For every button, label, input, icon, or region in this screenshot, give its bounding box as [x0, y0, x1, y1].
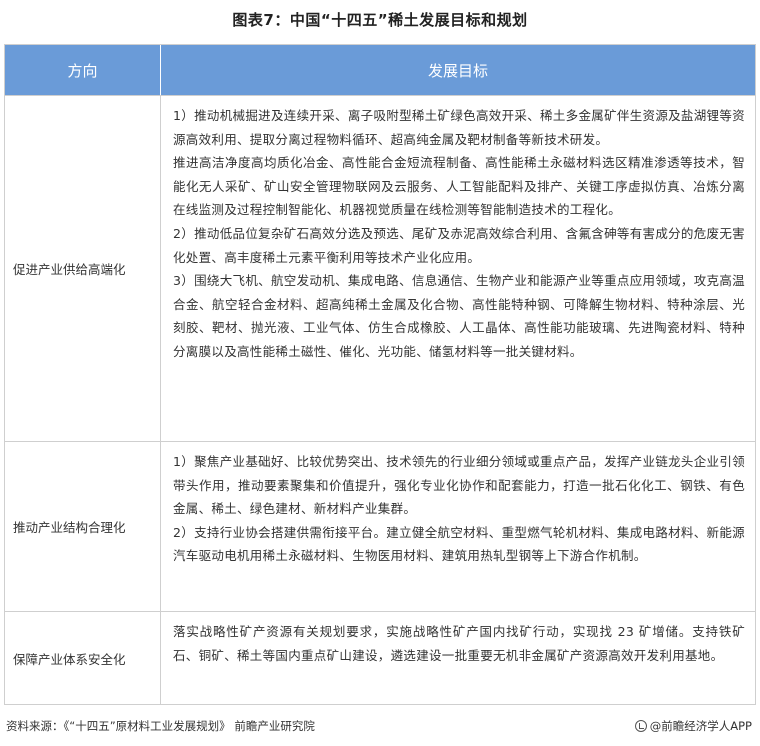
- row-direction: 保障产业体系安全化: [5, 612, 161, 704]
- source-note: 资料来源：《“十四五”原材料工业发展规划》 前瞻产业研究院: [6, 719, 315, 733]
- header-goals: 发展目标: [427, 61, 488, 80]
- table-row: 保障产业体系安全化 落实战略性矿产资源有关规划要求，实施战略性矿产国内找矿行动，…: [5, 611, 755, 704]
- chart-title: 图表7：中国“十四五”稀土发展目标和规划: [232, 11, 528, 29]
- goals-table: 方向 发展目标 促进产业供给高端化 1）推动机械掘进及连续开采、离子吸附型稀土矿…: [4, 44, 756, 705]
- goal-paragraph: 落实战略性矿产资源有关规划要求，实施战略性矿产国内找矿行动，实现找 23 矿增储…: [173, 624, 745, 663]
- goal-paragraph: 1）推动机械掘进及连续开采、离子吸附型稀土矿绿色高效开采、稀土多金属矿伴生资源及…: [173, 108, 745, 147]
- brand-credit: @前瞻经济学人APP: [634, 718, 752, 734]
- brand-label: @前瞻经济学人APP: [649, 719, 752, 733]
- table-row: 推动产业结构合理化 1）聚焦产业基础好、比较优势突出、技术领先的行业细分领域或重…: [5, 441, 755, 611]
- qianzhan-logo-icon: [634, 720, 647, 732]
- table-row: 促进产业供给高端化 1）推动机械掘进及连续开采、离子吸附型稀土矿绿色高效开采、稀…: [5, 95, 755, 441]
- row-goals: 落实战略性矿产资源有关规划要求，实施战略性矿产国内找矿行动，实现找 23 矿增储…: [161, 612, 755, 704]
- goal-paragraph: 推进高洁净度高均质化冶金、高性能合金短流程制备、高性能稀土永磁材料选区精准渗透等…: [173, 155, 745, 218]
- goal-paragraph: 3）围绕大飞机、航空发动机、集成电路、信息通信、生物产业和能源产业等重点应用领域…: [173, 273, 745, 359]
- goal-paragraph: 1）聚焦产业基础好、比较优势突出、技术领先的行业细分领域或重点产品，发挥产业链龙…: [173, 454, 745, 517]
- table-header: 方向 发展目标: [5, 45, 755, 95]
- row-goals: 1）推动机械掘进及连续开采、离子吸附型稀土矿绿色高效开采、稀土多金属矿伴生资源及…: [161, 96, 755, 441]
- row-goals: 1）聚焦产业基础好、比较优势突出、技术领先的行业细分领域或重点产品，发挥产业链龙…: [161, 442, 755, 611]
- goal-paragraph: 2）推动低品位复杂矿石高效分选及预选、尾矿及赤泥高效综合利用、含氟含砷等有害成分…: [173, 225, 745, 265]
- row-direction: 促进产业供给高端化: [5, 96, 161, 441]
- row-direction: 推动产业结构合理化: [5, 442, 161, 611]
- goal-paragraph: 2）支持行业协会搭建供需衔接平台。建立健全航空材料、重型燃气轮机材料、集成电路材…: [173, 524, 745, 564]
- header-direction: 方向: [5, 45, 161, 95]
